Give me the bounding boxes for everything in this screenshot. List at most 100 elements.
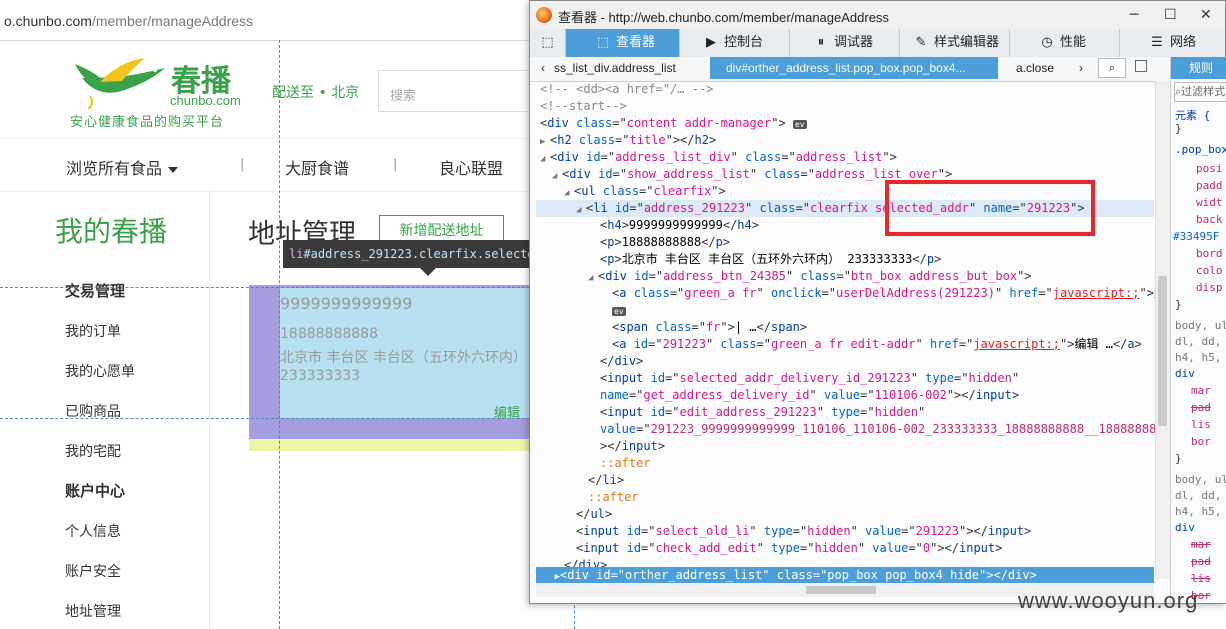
- rule-prop: mar: [1191, 384, 1211, 397]
- tab-network[interactable]: ☰ 网络: [1120, 29, 1225, 57]
- markup-line[interactable]: <a id="291223" class="green_a fr edit-ad…: [612, 336, 1142, 353]
- tab-console-label: 控制台: [724, 35, 764, 50]
- tab-style-editor-label: 样式编辑器: [934, 35, 1000, 50]
- devtools-titlebar[interactable]: 查看器 - http://web.chunbo.com/member/manag…: [530, 1, 1225, 29]
- markup-line[interactable]: <span class="fr">| …</span>: [612, 319, 807, 336]
- rule-element: 元素 {: [1175, 109, 1211, 122]
- markup-line-highlighted[interactable]: ▶ <div id="orther_address_list" class="p…: [536, 567, 1154, 584]
- sidebar-toggle-icon[interactable]: [1135, 60, 1147, 72]
- breadcrumb-item-active[interactable]: div#orther_address_list.pop_box.pop_box4…: [710, 57, 998, 79]
- markup-line[interactable]: value="291223_9999999999999_110106_11010…: [600, 421, 1160, 438]
- sidebar-item-security[interactable]: 账户安全: [65, 561, 121, 581]
- nav-alliance[interactable]: 良心联盟: [439, 155, 503, 179]
- markup-line[interactable]: </ul>: [576, 506, 612, 523]
- markup-line[interactable]: <p>18888888888</p>: [600, 234, 730, 251]
- breadcrumb-item[interactable]: a.close: [1016, 57, 1076, 79]
- rule-prop: bord: [1196, 247, 1223, 260]
- tab-rules[interactable]: 规则: [1171, 57, 1226, 79]
- markup-line[interactable]: <h4>9999999999999</h4>: [600, 217, 759, 234]
- nav-browse-all[interactable]: 浏览所有食品: [66, 155, 179, 179]
- markup-view[interactable]: <!-- <dd><a href="/… --> <!--start--> <d…: [536, 81, 1160, 569]
- markup-scrollbar-vertical[interactable]: [1155, 81, 1170, 579]
- nav-separator: |: [240, 157, 245, 172]
- tab-performance-label: 性能: [1060, 35, 1087, 50]
- markup-line[interactable]: <input id="edit_address_291223" type="hi…: [600, 404, 925, 421]
- rule-selector: h4, h5, h: [1175, 351, 1226, 364]
- markup-line[interactable]: ◢ <div id="address_list_div" class="addre…: [540, 149, 897, 166]
- sidebar-divider: [209, 190, 210, 629]
- devtools-tabs: ⬚ ⬚ 查看器 ▶ 控制台 ⏸ 调试器 ✎ 样式编辑器 ◷ 性能 ☰ 网络: [530, 29, 1225, 58]
- watermark: www.wooyun.org: [1018, 588, 1199, 613]
- rule-prop: lis: [1191, 572, 1211, 585]
- url-text[interactable]: o.chunbo.com/member/manageAddress: [4, 13, 253, 29]
- sidebar-title: 我的春播: [55, 215, 168, 248]
- rule-close: }: [1175, 122, 1182, 135]
- scroll-thumb[interactable]: [1158, 276, 1167, 426]
- guide-line-vertical: [279, 40, 280, 629]
- rule-prop: padd: [1196, 179, 1223, 192]
- scroll-thumb[interactable]: [806, 586, 876, 594]
- rule-prop: colo: [1196, 264, 1223, 277]
- chunbo-logo[interactable]: 春播 chunbo.com 安心健康食品的购买平台: [70, 56, 250, 130]
- sidebar-heading-trade: 交易管理: [65, 282, 126, 300]
- rule-selector: div: [1175, 521, 1195, 534]
- markup-line[interactable]: name="get_address_delivery_id" value="11…: [600, 387, 1019, 404]
- logo-domain: chunbo.com: [170, 93, 241, 108]
- markup-line[interactable]: <input id="select_old_li" type="hidden" …: [576, 523, 1031, 540]
- breadcrumb-back-icon[interactable]: ‹: [534, 57, 552, 79]
- rule-prop: pad: [1191, 555, 1211, 568]
- nav-recipes[interactable]: 大厨食谱: [285, 155, 349, 179]
- rules-filter-input[interactable]: ⌕过滤样式: [1174, 82, 1226, 102]
- markup-line[interactable]: <a class="green_a fr" onclick="userDelAd…: [612, 285, 1160, 302]
- sidebar-item-wishlist[interactable]: 我的心愿单: [65, 361, 135, 381]
- markup-line[interactable]: <input id="selected_addr_delivery_id_291…: [600, 370, 1019, 387]
- markup-line[interactable]: <div class="content addr-manager"> ev: [540, 115, 807, 132]
- sidebar-item-profile[interactable]: 个人信息: [65, 521, 121, 541]
- tab-performance[interactable]: ◷ 性能: [1010, 29, 1120, 57]
- address-bar[interactable]: o.chunbo.com/member/manageAddress: [0, 0, 530, 41]
- markup-line: <!-- <dd><a href="/… -->: [540, 82, 714, 96]
- inspector-tooltip: li#address_291223.clearfix.selected_addr…: [283, 240, 531, 268]
- markup-line[interactable]: ◢ <div id="address_btn_24385" class="btn_…: [588, 268, 1032, 285]
- rule-selector: div: [1175, 367, 1195, 380]
- event-badge: ev: [792, 120, 807, 129]
- sidebar-item-address[interactable]: 地址管理: [65, 601, 121, 621]
- tab-inspector[interactable]: ⬚ 查看器: [566, 29, 680, 57]
- search-input[interactable]: 搜索: [378, 70, 528, 112]
- url-path: /member/manageAddress: [91, 13, 254, 29]
- tab-console[interactable]: ▶ 控制台: [680, 29, 790, 57]
- maximize-icon[interactable]: ☐: [1164, 7, 1177, 23]
- rule-selector: body, ul,: [1175, 319, 1226, 332]
- rule-close: }: [1175, 298, 1182, 311]
- pick-element-icon[interactable]: ⬚: [530, 29, 566, 57]
- sidebar-item-orders[interactable]: 我的订单: [65, 321, 121, 341]
- tab-debugger-label: 调试器: [834, 35, 874, 50]
- breadcrumb-forward-icon[interactable]: ›: [1075, 57, 1087, 79]
- rule-selector: body, ul,: [1175, 473, 1226, 486]
- rule-selector: dl, dd, h: [1175, 489, 1226, 502]
- rule-prop: disp: [1196, 281, 1223, 294]
- console-icon: ▶: [706, 35, 716, 50]
- markup-line[interactable]: ></input>: [600, 438, 665, 455]
- markup-line[interactable]: <input id="check_add_edit" type="hidden"…: [576, 540, 1002, 557]
- minimize-icon[interactable]: ─: [1130, 7, 1138, 23]
- markup-line[interactable]: <p>北京市 丰台区 丰台区（五环外六环内） 233333333</p>: [600, 251, 941, 268]
- markup-line[interactable]: </li>: [588, 472, 624, 489]
- markup-line[interactable]: ◢ <ul class="clearfix">: [564, 183, 726, 200]
- tab-network-label: 网络: [1170, 35, 1197, 50]
- markup-line-pseudo[interactable]: ::after: [600, 455, 651, 472]
- inspector-icon: ⬚: [596, 35, 610, 50]
- search-icon[interactable]: ⌕: [1098, 58, 1126, 78]
- close-icon[interactable]: ✕: [1200, 7, 1212, 23]
- tab-style-editor[interactable]: ✎ 样式编辑器: [900, 29, 1010, 57]
- breadcrumb-item[interactable]: ss_list_div.address_list: [554, 57, 704, 79]
- sidebar-item-delivery[interactable]: 我的宅配: [65, 441, 121, 461]
- markup-line: ev: [612, 302, 626, 319]
- markup-line-pseudo[interactable]: ::after: [588, 489, 639, 506]
- delivery-location[interactable]: 配送至 • 北京: [272, 82, 359, 102]
- tab-debugger[interactable]: ⏸ 调试器: [790, 29, 900, 57]
- markup-line[interactable]: ▶ <h2 class="title"></h2>: [540, 132, 716, 149]
- tooltip-selector: #address_291223.clearfix.selected_addr: [303, 247, 531, 261]
- markup-line[interactable]: </div>: [600, 353, 643, 370]
- rule-prop: mar: [1191, 538, 1211, 551]
